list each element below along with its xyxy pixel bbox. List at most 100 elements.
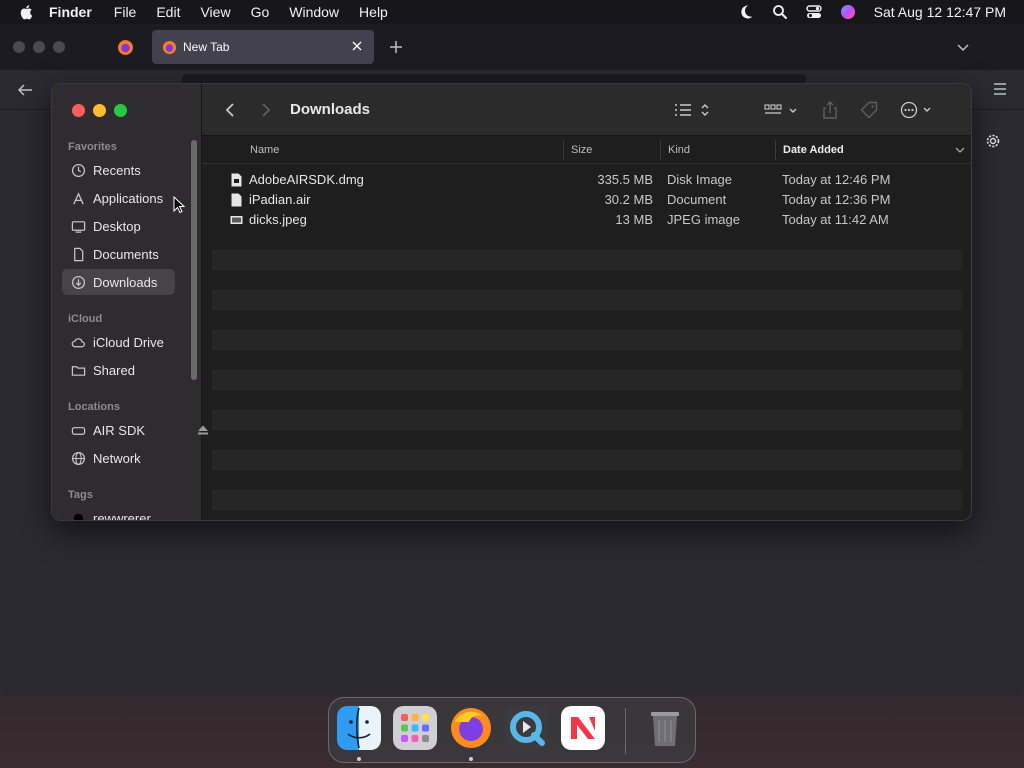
back-chevron-icon[interactable] [224,102,236,118]
menu-help[interactable]: Help [359,4,388,20]
more-actions-icon[interactable] [900,101,936,119]
file-name: dicks.jpeg [249,212,307,227]
search-icon[interactable] [772,4,788,20]
empty-row [212,370,962,390]
menu-app-name[interactable]: Finder [49,4,92,20]
column-header-name[interactable]: Name [250,144,279,156]
finder-toolbar: Downloads [202,84,971,136]
browser-tab-new-tab[interactable]: New Tab [152,30,374,64]
file-size: 335.5 MB [597,172,653,187]
file-size: 13 MB [615,212,653,227]
share-icon[interactable] [822,100,838,120]
sidebar-item-tag[interactable]: rewwrerer [62,505,175,521]
sidebar-item-network[interactable]: Network [62,445,175,471]
empty-row [212,230,962,250]
file-name: AdobeAIRSDK.dmg [249,172,364,187]
siri-icon[interactable] [840,4,856,20]
gear-icon[interactable] [984,132,1002,150]
sort-chevron-down-icon[interactable] [955,146,965,154]
file-size: 30.2 MB [604,192,653,207]
new-tab-plus-icon[interactable] [388,39,404,55]
forward-chevron-icon[interactable] [260,102,272,118]
file-row[interactable]: dicks.jpeg 13 MB JPEG image Today at 11:… [212,210,962,230]
column-header-size[interactable]: Size [571,144,592,156]
news-app-icon[interactable] [561,706,605,750]
download-icon [71,275,86,289]
file-kind: Document [667,192,727,207]
close-icon[interactable] [350,39,364,53]
trash-icon[interactable] [643,706,687,750]
finder-zoom-button[interactable] [114,104,127,117]
desktop-icon [71,220,86,233]
sidebar-item-documents[interactable]: Documents [62,241,175,267]
browser-close-button[interactable] [13,41,25,53]
sidebar-item-label: AIR SDK [93,422,146,438]
document-file-icon [231,193,242,207]
column-header-date-added[interactable]: Date Added [783,144,844,156]
sidebar-item-icloud-drive[interactable]: iCloud Drive [62,329,175,355]
sidebar-item-shared[interactable]: Shared [62,357,175,383]
control-center-icon[interactable] [805,4,822,20]
file-kind: JPEG image [667,212,740,227]
sidebar-item-desktop[interactable]: Desktop [62,213,175,239]
browser-tab-title: New Tab [183,40,230,54]
sidebar-item-label: Applications [93,190,164,206]
hamburger-menu-icon[interactable] [992,82,1008,96]
quicktime-app-icon[interactable] [505,706,549,750]
finder-window: Favorites Recents Applications Desktop D… [51,83,972,521]
group-view-icon[interactable] [764,102,800,118]
file-row[interactable]: iPadian.air 30.2 MB Document Today at 12… [212,190,962,210]
sidebar-item-label: Documents [93,246,159,262]
empty-row [212,330,962,350]
finder-app-icon[interactable] [337,706,381,750]
document-icon [74,247,84,261]
finder-close-button[interactable] [72,104,85,117]
firefox-pinned-tab-icon[interactable] [117,39,134,56]
launchpad-app-icon[interactable] [393,706,437,750]
clock-icon [71,163,86,177]
sidebar-item-label: rewwrerer [93,510,151,521]
sidebar-scrollbar[interactable] [191,140,197,380]
file-row[interactable]: AdobeAIRSDK.dmg 335.5 MB Disk Image Toda… [212,170,962,190]
sidebar-item-label: Shared [93,362,135,378]
browser-minimize-button[interactable] [33,41,45,53]
empty-row [212,310,962,330]
disk-image-file-icon [231,173,242,187]
column-separator[interactable] [775,140,776,160]
dock-divider [625,708,626,754]
sidebar-item-air-sdk[interactable]: AIR SDK [62,417,208,443]
dock [328,697,696,763]
empty-row [212,410,962,430]
apple-menu-icon[interactable] [19,4,35,20]
sidebar-item-recents[interactable]: Recents [62,157,175,183]
finder-sidebar: Favorites Recents Applications Desktop D… [52,84,208,521]
file-list: AdobeAIRSDK.dmg 335.5 MB Disk Image Toda… [212,170,962,520]
tag-icon[interactable] [860,101,878,119]
empty-row [212,510,962,520]
menu-window[interactable]: Window [289,4,339,20]
firefox-app-icon[interactable] [449,706,493,750]
chevron-down-icon[interactable] [956,41,970,55]
menu-view[interactable]: View [200,4,230,20]
image-file-icon [230,216,243,224]
finder-minimize-button[interactable] [93,104,106,117]
browser-zoom-button[interactable] [53,41,65,53]
eject-icon[interactable] [197,424,209,436]
column-separator[interactable] [563,140,564,160]
column-header-kind[interactable]: Kind [668,144,690,156]
sidebar-item-applications[interactable]: Applications [62,185,175,211]
empty-row [212,290,962,310]
sidebar-item-downloads[interactable]: Downloads [62,269,175,295]
empty-row [212,390,962,410]
back-arrow-icon[interactable] [16,82,34,98]
menu-go[interactable]: Go [251,4,270,20]
column-separator[interactable] [660,140,661,160]
sidebar-section-favorites: Favorites [68,141,117,153]
sidebar-item-label: iCloud Drive [93,334,164,350]
menu-clock[interactable]: Sat Aug 12 12:47 PM [874,4,1006,20]
finder-window-controls [72,104,127,117]
menu-file[interactable]: File [114,4,137,20]
moon-icon[interactable] [738,4,754,20]
menu-edit[interactable]: Edit [156,4,180,20]
list-view-icon[interactable] [674,102,712,118]
